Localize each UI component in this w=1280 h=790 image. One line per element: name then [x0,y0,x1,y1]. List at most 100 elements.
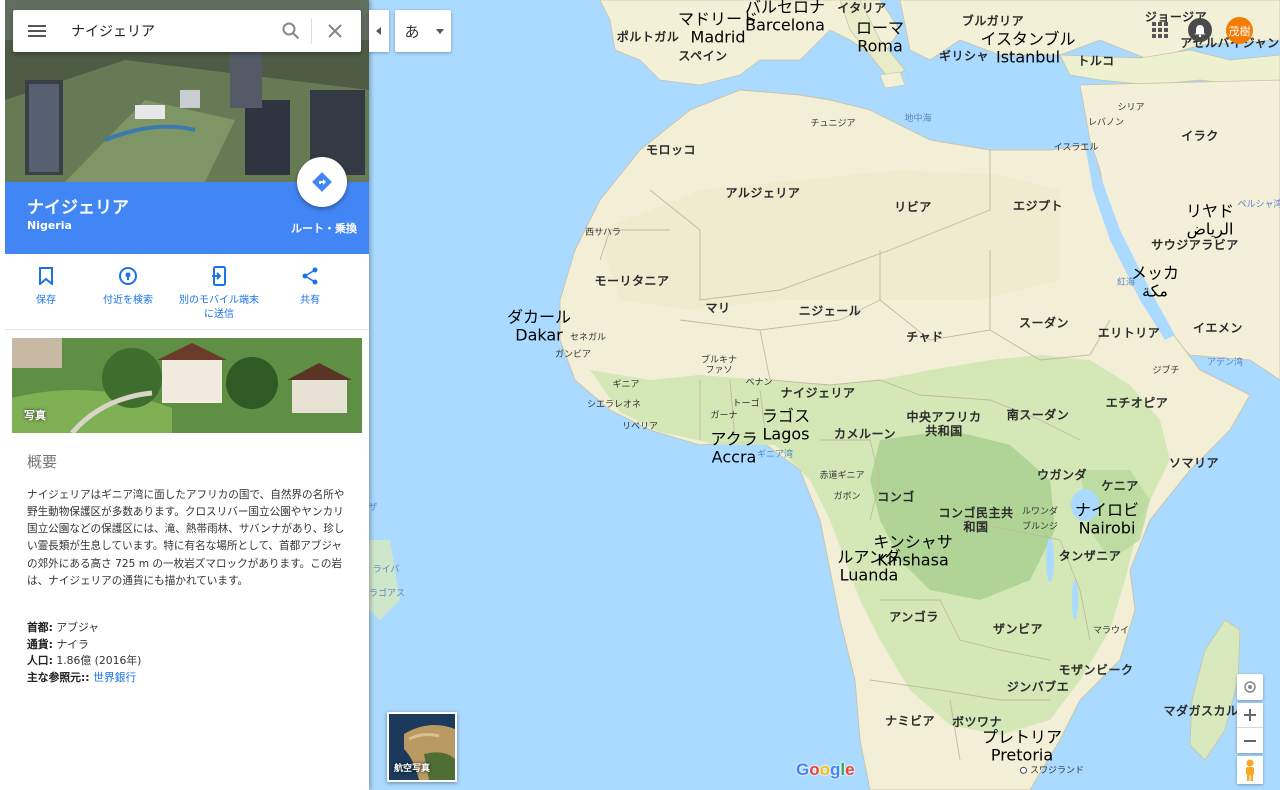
route-label[interactable]: ルート・乗換 [291,220,357,236]
map-label-saudi-arabia[interactable]: サウジアラビア [1151,238,1239,253]
map-label-madagascar[interactable]: マダガスカル [1163,704,1238,719]
map-label-syria[interactable]: シリア [1117,103,1144,113]
map-label-turkey[interactable]: トルコ [1077,54,1114,69]
map-label-angola[interactable]: アンゴラ [889,610,939,625]
fact-population: 人口: 1.86億 (2016年) [27,653,141,670]
input-tools-button[interactable]: あ [395,10,451,52]
map-label-western-sahara[interactable]: 西サハラ [585,228,621,238]
map-city-pretoria[interactable]: プレトリア Pretoria [982,728,1062,766]
save-button[interactable]: 保存 [5,254,87,329]
map-label-gambia[interactable]: ガンビア [555,350,591,360]
photos-label: 写真 [24,409,46,422]
map-label-mali[interactable]: マリ [705,301,730,316]
map-label-iraq[interactable]: イラク [1181,129,1219,144]
map-label-south-sudan[interactable]: 南スーダン [1007,408,1070,423]
share-button[interactable]: 共有 [269,254,351,329]
search-nearby-button[interactable]: 付近を検索 [87,254,169,329]
satellite-toggle[interactable]: 航空写真 [387,712,457,782]
map-label-tunisia[interactable]: チュニジア [810,119,855,129]
map-label-burundi[interactable]: ブルンジ [1022,522,1058,532]
map-label-bulgaria[interactable]: ブルガリア [962,14,1024,29]
account-avatar[interactable]: 茂樹 [1226,17,1253,44]
map-city-accra[interactable]: アクラ Accra [710,430,757,468]
search-input[interactable] [61,11,271,51]
source-link[interactable]: 世界銀行 [93,671,136,684]
map-city-luanda[interactable]: ルアンダ Luanda [837,548,900,586]
map-label-congo[interactable]: コンゴ [877,490,915,505]
map-label-senegal[interactable]: セネガル [570,333,606,343]
map-label-portugal[interactable]: ポルトガル [617,30,680,45]
map-city-barcelona[interactable]: バルセロナ Barcelona [745,0,825,35]
map-label-eritrea[interactable]: エリトリア [1098,326,1161,341]
map-label-algeria[interactable]: アルジェリア [726,186,801,201]
ime-character: あ [404,22,420,41]
map-city-riyadh[interactable]: リヤド الرياض [1186,202,1234,240]
map-label-egypt[interactable]: エジプト [1013,199,1063,214]
map-city-dakar[interactable]: ダカール Dakar [507,308,571,346]
map-label-yemen[interactable]: イエメン [1193,321,1243,336]
map-label-dr-congo[interactable]: コンゴ民主共和国 [938,506,1014,535]
map-label-zambia[interactable]: ザンビア [993,622,1043,637]
search-nearby-label: 付近を検索 [103,295,153,306]
send-to-device-button[interactable]: 別のモバイル端末に送信 [169,254,269,329]
map-city-mecca[interactable]: メッカ مكة [1131,264,1179,302]
street-view-pegman[interactable] [1237,756,1263,784]
map-label-mauritania[interactable]: モーリタニア [594,274,669,289]
ime-dropdown[interactable] [429,28,451,34]
share-label: 共有 [300,295,320,306]
map-label-equatorial-guinea[interactable]: 赤道ギニア [819,471,864,481]
map-city-istanbul[interactable]: イスタンブル Istanbul [980,30,1075,68]
my-location-button[interactable] [1237,674,1263,700]
search-button[interactable] [271,10,311,52]
zoom-in-button[interactable] [1237,703,1263,728]
map-label-burkina-faso[interactable]: ブルキナファソ [697,356,741,377]
map-city-rome[interactable]: ローマ Roma [856,19,904,57]
map-label-somalia[interactable]: ソマリア [1169,456,1219,471]
notifications-button[interactable] [1188,18,1212,42]
map-label-ghana[interactable]: ガーナ [710,411,737,421]
map-label-tanzania[interactable]: タンザニア [1059,549,1122,564]
map-water-gulf-of-guinea: ギニア湾 [756,449,794,460]
map-label-italy[interactable]: イタリア [837,1,887,16]
map-label-rwanda[interactable]: ルワンダ [1022,507,1058,517]
directions-icon [312,172,332,192]
map-label-niger[interactable]: ニジェール [799,304,862,319]
zoom-out-button[interactable] [1237,728,1263,753]
map-label-togo[interactable]: トーゴ [732,399,759,409]
place-panel: ナイジェリア Nigeria ルート・乗換 保存 付近を検索 別のモバイル端末に… [0,0,369,790]
map-label-cameroon[interactable]: カメルーン [834,427,896,442]
map-label-lebanon[interactable]: レバノン [1088,118,1124,128]
map-label-kenya[interactable]: ケニア [1101,479,1139,494]
map-label-morocco[interactable]: モロッコ [646,143,696,158]
map-city-nairobi[interactable]: ナイロビ Nairobi [1075,501,1139,539]
map-label-nigeria[interactable]: ナイジェリア [780,386,855,401]
map-label-israel[interactable]: イスラエル [1054,143,1099,153]
map-city-lagos[interactable]: ラゴス Lagos [762,407,810,445]
map-label-gabon[interactable]: ガボン [833,492,860,502]
map-city-swaziland[interactable]: スワジランド [1020,766,1084,776]
map-label-malawi[interactable]: マラウイ [1093,626,1129,636]
send-to-phone-icon [212,266,226,286]
hamburger-icon [28,30,46,32]
apps-grid-icon[interactable] [1152,22,1168,38]
clear-search-button[interactable] [312,10,358,52]
map-label-libya[interactable]: リビア [894,200,932,215]
menu-button[interactable] [13,10,61,52]
map-label-sierra-leone[interactable]: シエラレオネ [587,400,641,410]
map-label-central-african-republic[interactable]: 中央アフリカ共和国 [904,410,984,439]
directions-button[interactable] [297,157,347,207]
map-label-chad[interactable]: チャド [906,330,943,345]
map-label-liberia[interactable]: リベリア [622,422,658,432]
map-label-spain[interactable]: スペイン [678,49,727,64]
map-label-guinea[interactable]: ギニア [612,380,639,390]
map-label-djibouti[interactable]: ジブチ [1152,366,1179,376]
map-label-uganda[interactable]: ウガンダ [1037,468,1087,483]
map-label-namibia[interactable]: ナミビア [885,714,935,729]
map-label-benin[interactable]: ベナン [745,378,772,388]
map-label-zimbabwe[interactable]: ジンバブエ [1007,680,1070,695]
map-label-ethiopia[interactable]: エチオピア [1106,396,1169,411]
map-label-mozambique[interactable]: モザンビーク [1058,663,1133,678]
collapse-panel-button[interactable] [369,10,389,52]
map-label-sudan[interactable]: スーダン [1019,316,1069,331]
photos-thumbnail[interactable]: 写真 [12,338,362,433]
